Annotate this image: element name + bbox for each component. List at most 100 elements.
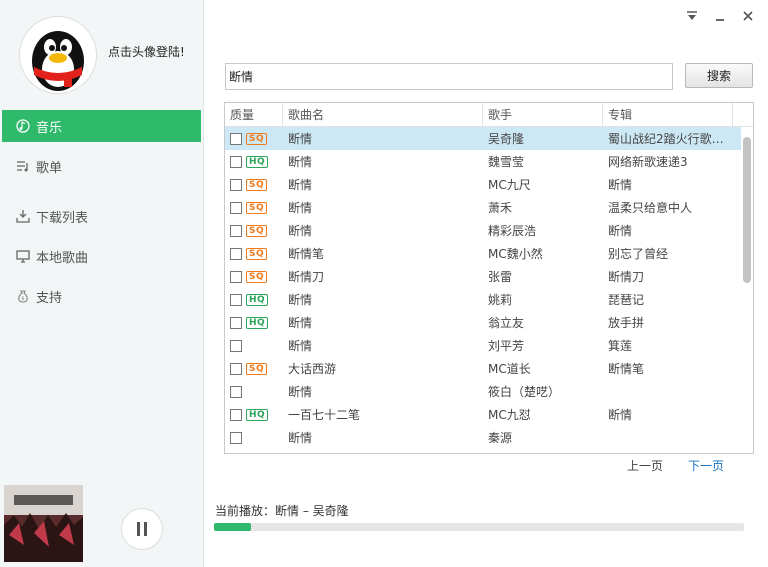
quality-cell: HQ [225, 316, 283, 329]
song-cell: 断情 [288, 339, 313, 353]
row-checkbox[interactable] [230, 270, 242, 283]
sidebar-item-label: 音乐 [36, 120, 63, 136]
song-cell: 断情笔 [288, 247, 325, 261]
row-checkbox[interactable] [230, 132, 242, 145]
minimize-icon[interactable] [712, 8, 728, 24]
search-button[interactable]: 搜索 [685, 63, 753, 88]
pause-button[interactable] [121, 508, 163, 550]
quality-cell [225, 385, 283, 398]
quality-badge: SQ [246, 178, 268, 191]
album-cell: 断情 [608, 178, 633, 192]
table-row[interactable]: 断情 秦源 [225, 426, 753, 449]
table-row[interactable]: SQ 断情 MC九尺 断情 [225, 173, 753, 196]
table-row[interactable]: HQ 断情 姚莉 琵琶记 [225, 288, 753, 311]
artist-cell: MC九怼 [488, 408, 531, 422]
row-checkbox[interactable] [230, 431, 242, 444]
quality-cell [225, 431, 283, 444]
song-cell: 断情刀 [288, 270, 325, 284]
table-row[interactable]: SQ 断情 吴奇隆 蜀山战纪2踏火行歌原声带 [225, 127, 753, 150]
login-prompt[interactable]: 点击头像登陆! [108, 43, 185, 60]
row-checkbox[interactable] [230, 178, 242, 191]
sidebar: 点击头像登陆! 音乐 歌单 下载列表 本地歌曲 $ 支持 [0, 0, 204, 567]
header-album[interactable]: 专辑 [603, 103, 733, 127]
row-checkbox[interactable] [230, 293, 242, 306]
svg-text:$: $ [21, 296, 24, 302]
album-cell: 断情 [608, 408, 633, 422]
artist-cell: 萧禾 [488, 201, 513, 215]
sidebar-item-playlist[interactable]: 歌单 [2, 150, 201, 182]
artist-cell: 姚莉 [488, 293, 513, 307]
prev-page-link[interactable]: 上一页 [627, 457, 663, 474]
dropdown-menu-icon[interactable] [684, 8, 700, 24]
row-checkbox[interactable] [230, 385, 242, 398]
sidebar-item-music[interactable]: 音乐 [2, 110, 201, 142]
artist-cell: 翁立友 [488, 316, 525, 330]
table-row[interactable]: SQ 断情 精彩辰浩 断情 [225, 219, 753, 242]
row-checkbox[interactable] [230, 362, 242, 375]
table-row[interactable]: SQ 断情刀 张雷 断情刀 [225, 265, 753, 288]
table-row[interactable]: HQ 断情 翁立友 放手拼 [225, 311, 753, 334]
row-checkbox[interactable] [230, 339, 242, 352]
money-bag-icon: $ [14, 287, 32, 305]
row-checkbox[interactable] [230, 408, 242, 421]
close-icon[interactable] [740, 8, 756, 24]
row-checkbox[interactable] [230, 247, 242, 260]
quality-badge: SQ [246, 132, 268, 145]
song-cell: 断情 [288, 431, 313, 445]
table-body: SQ断情吴奇隆蜀山战纪2踏火行歌原声带HQ断情魏雪莹网络新歌速递3SQ断情MC九… [225, 127, 753, 449]
song-cell: 断情 [288, 201, 313, 215]
playlist-icon [14, 157, 32, 175]
album-cell: 放手拼 [608, 316, 645, 330]
album-cell: 琵琶记 [608, 293, 645, 307]
search-input[interactable] [225, 63, 673, 90]
table-row[interactable]: SQ 断情笔 MC魏小然 别忘了曾经 [225, 242, 753, 265]
progress-bar[interactable] [214, 523, 744, 531]
scrollbar-thumb[interactable] [743, 137, 751, 283]
table-row[interactable]: HQ 一百七十二笔 MC九怼 断情 [225, 403, 753, 426]
music-icon [14, 117, 32, 135]
sidebar-item-label: 支持 [36, 290, 63, 306]
album-cell: 断情 [608, 224, 633, 238]
artist-cell: 筱白（楚呓） [488, 385, 561, 399]
table-row[interactable]: 断情 筱白（楚呓） [225, 380, 753, 403]
sidebar-item-support[interactable]: $ 支持 [2, 280, 201, 312]
pause-icon [137, 522, 147, 536]
album-cell: 断情笔 [608, 362, 645, 376]
download-icon [14, 207, 32, 225]
song-cell: 断情 [288, 224, 313, 238]
row-checkbox[interactable] [230, 224, 242, 237]
quality-badge: HQ [246, 155, 269, 168]
qq-penguin-icon [32, 31, 84, 91]
quality-badge: SQ [246, 270, 268, 283]
album-cell: 温柔只给意中人 [608, 201, 693, 215]
sidebar-item-downloads[interactable]: 下载列表 [2, 200, 201, 232]
table-row[interactable]: 断情 刘平芳 箕莲 [225, 334, 753, 357]
artist-cell: 精彩辰浩 [488, 224, 537, 238]
header-song[interactable]: 歌曲名 [283, 103, 483, 127]
song-cell: 断情 [288, 178, 313, 192]
row-checkbox[interactable] [230, 201, 242, 214]
quality-cell: SQ [225, 132, 283, 145]
sidebar-nav: 音乐 歌单 下载列表 本地歌曲 $ 支持 [2, 110, 201, 320]
quality-badge: SQ [246, 247, 268, 260]
table-header: 质量 歌曲名 歌手 专辑 [225, 103, 753, 127]
artist-cell: 秦源 [488, 431, 513, 445]
sidebar-item-label: 本地歌曲 [36, 250, 89, 266]
quality-badge: HQ [246, 316, 269, 329]
sidebar-item-local-songs[interactable]: 本地歌曲 [2, 240, 201, 272]
avatar[interactable] [20, 17, 96, 93]
quality-cell: HQ [225, 408, 283, 421]
album-cell: 别忘了曾经 [608, 247, 669, 261]
table-row[interactable]: SQ 大话西游 MC道长 断情笔 [225, 357, 753, 380]
next-page-link[interactable]: 下一页 [688, 457, 724, 474]
row-checkbox[interactable] [230, 316, 242, 329]
quality-badge: SQ [246, 224, 268, 237]
row-checkbox[interactable] [230, 155, 242, 168]
header-artist[interactable]: 歌手 [483, 103, 603, 127]
song-cell: 断情 [288, 293, 313, 307]
table-row[interactable]: SQ 断情 萧禾 温柔只给意中人 [225, 196, 753, 219]
header-quality[interactable]: 质量 [225, 103, 283, 127]
table-row[interactable]: HQ 断情 魏雪莹 网络新歌速递3 [225, 150, 753, 173]
song-cell: 断情 [288, 155, 313, 169]
album-cover[interactable] [4, 485, 83, 562]
